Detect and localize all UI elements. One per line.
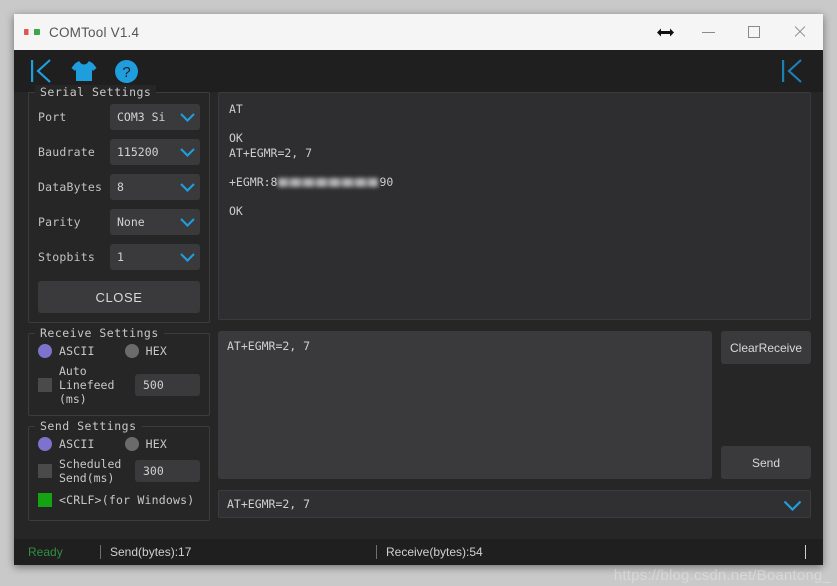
settings-sidebar: Serial Settings Port COM3 Si Baudrate 11… — [14, 92, 210, 539]
send-mode-row: ASCII HEX — [38, 437, 200, 451]
baudrate-value: 115200 — [110, 145, 174, 159]
receive-settings-group: Receive Settings ASCII HEX AutoLinefeed(… — [28, 333, 210, 416]
collapse-left-icon[interactable] — [28, 57, 54, 85]
scheduled-send-row: ScheduledSend(ms) 300 — [38, 457, 200, 485]
parity-row: Parity None — [38, 208, 200, 236]
terminal-line: AT+EGMR=2, 7 — [229, 146, 312, 160]
status-caret — [805, 545, 806, 559]
send-hex-radio[interactable] — [125, 437, 139, 451]
stopbits-label: Stopbits — [38, 250, 110, 264]
databytes-select[interactable]: 8 — [110, 174, 200, 200]
resize-horizontal-cursor — [645, 14, 685, 50]
status-ready: Ready — [14, 545, 100, 559]
chevron-down-icon — [783, 491, 802, 519]
send-buttons: ClearReceive Send — [721, 331, 811, 479]
close-button[interactable] — [777, 14, 823, 50]
port-label: Port — [38, 110, 110, 124]
auto-linefeed-row: AutoLinefeed(ms) 500 — [38, 364, 200, 406]
theme-shirt-icon[interactable] — [70, 59, 98, 83]
stopbits-row: Stopbits 1 — [38, 243, 200, 271]
baudrate-label: Baudrate — [38, 145, 110, 159]
databytes-value: 8 — [110, 180, 174, 194]
chevron-down-icon — [174, 253, 200, 262]
port-select[interactable]: COM3 Si — [110, 104, 200, 130]
terminal-line: AT — [229, 102, 243, 116]
stopbits-select[interactable]: 1 — [110, 244, 200, 270]
serial-settings-group: Serial Settings Port COM3 Si Baudrate 11… — [28, 92, 210, 323]
baudrate-select[interactable]: 115200 — [110, 139, 200, 165]
chevron-down-icon — [174, 183, 200, 192]
status-receive-group: Receive(bytes):54 — [376, 545, 483, 559]
redacted-prefix: +EGMR:8 — [229, 175, 277, 189]
serial-settings-title: Serial Settings — [35, 85, 156, 99]
scheduled-send-input[interactable]: 300 — [135, 460, 200, 482]
minimize-button[interactable] — [685, 14, 731, 50]
send-history-select[interactable]: AT+EGMR=2, 7 — [218, 490, 811, 518]
parity-label: Parity — [38, 215, 110, 229]
parity-select[interactable]: None — [110, 209, 200, 235]
auto-linefeed-checkbox[interactable] — [38, 378, 52, 392]
port-row: Port COM3 Si — [38, 103, 200, 131]
receive-terminal[interactable]: AT OK AT+EGMR=2, 7 +EGMR:8 90 OK — [218, 92, 811, 320]
send-history-value: AT+EGMR=2, 7 — [219, 497, 310, 511]
console-area: AT OK AT+EGMR=2, 7 +EGMR:8 90 OK AT+EGMR=… — [210, 92, 823, 539]
close-port-button[interactable]: CLOSE — [38, 281, 200, 313]
receive-settings-title: Receive Settings — [35, 326, 164, 340]
svg-text:?: ? — [122, 64, 130, 81]
auto-linefeed-input[interactable]: 500 — [135, 374, 200, 396]
receive-ascii-label: ASCII — [59, 344, 95, 358]
send-ascii-radio[interactable] — [38, 437, 52, 451]
send-input[interactable]: AT+EGMR=2, 7 — [218, 331, 712, 479]
status-receive-bytes: Receive(bytes):54 — [386, 545, 483, 559]
chevron-down-icon — [174, 218, 200, 227]
crlf-checkbox[interactable] — [38, 493, 52, 507]
close-icon — [793, 25, 807, 39]
port-value: COM3 Si — [110, 110, 174, 124]
crlf-row: <CRLF>(for Windows) — [38, 493, 200, 507]
receive-hex-radio[interactable] — [125, 344, 139, 358]
send-settings-title: Send Settings — [35, 419, 142, 433]
parity-value: None — [110, 215, 174, 229]
terminal-line: OK — [229, 204, 243, 218]
collapse-right-icon[interactable] — [779, 50, 805, 92]
window-controls — [645, 14, 823, 50]
send-hex-label: HEX — [146, 437, 167, 451]
stopbits-value: 1 — [110, 250, 174, 264]
baudrate-row: Baudrate 115200 — [38, 138, 200, 166]
scheduled-send-label: ScheduledSend(ms) — [59, 457, 135, 485]
auto-linefeed-label: AutoLinefeed(ms) — [59, 364, 135, 406]
chevron-down-icon — [174, 148, 200, 157]
send-row: AT+EGMR=2, 7 ClearReceive Send — [218, 331, 811, 479]
maximize-icon — [748, 26, 760, 38]
help-question-icon[interactable]: ? — [114, 59, 139, 84]
send-settings-group: Send Settings ASCII HEX ScheduledSend(ms… — [28, 426, 210, 521]
status-divider — [376, 545, 377, 559]
minimize-icon — [702, 32, 715, 33]
redacted-block-icon — [278, 178, 378, 187]
app-logo-icon — [24, 29, 40, 35]
chevron-down-icon — [174, 113, 200, 122]
databytes-row: DataBytes 8 — [38, 173, 200, 201]
redacted-suffix: 90 — [379, 175, 393, 189]
receive-ascii-radio[interactable] — [38, 344, 52, 358]
send-ascii-label: ASCII — [59, 437, 95, 451]
status-send-bytes: Send(bytes):17 — [110, 545, 191, 559]
receive-mode-row: ASCII HEX — [38, 344, 200, 358]
status-bar: Ready Send(bytes):17 Receive(bytes):54 — [14, 539, 823, 565]
scheduled-send-checkbox[interactable] — [38, 464, 52, 478]
main-body: Serial Settings Port COM3 Si Baudrate 11… — [14, 92, 823, 539]
terminal-line: OK — [229, 131, 243, 145]
maximize-button[interactable] — [731, 14, 777, 50]
clear-receive-button[interactable]: ClearReceive — [721, 331, 811, 364]
watermark: https://blog.csdn.net/Boantong_ — [614, 567, 831, 584]
databytes-label: DataBytes — [38, 180, 110, 194]
window-title: COMTool V1.4 — [49, 25, 139, 40]
title-bar[interactable]: COMTool V1.4 — [14, 14, 823, 50]
crlf-label: <CRLF>(for Windows) — [59, 493, 194, 507]
app-window: COMTool V1.4 — [14, 14, 823, 565]
status-divider — [100, 545, 101, 559]
terminal-line-redacted: +EGMR:8 90 — [229, 175, 393, 189]
send-button[interactable]: Send — [721, 446, 811, 479]
receive-hex-label: HEX — [146, 344, 167, 358]
